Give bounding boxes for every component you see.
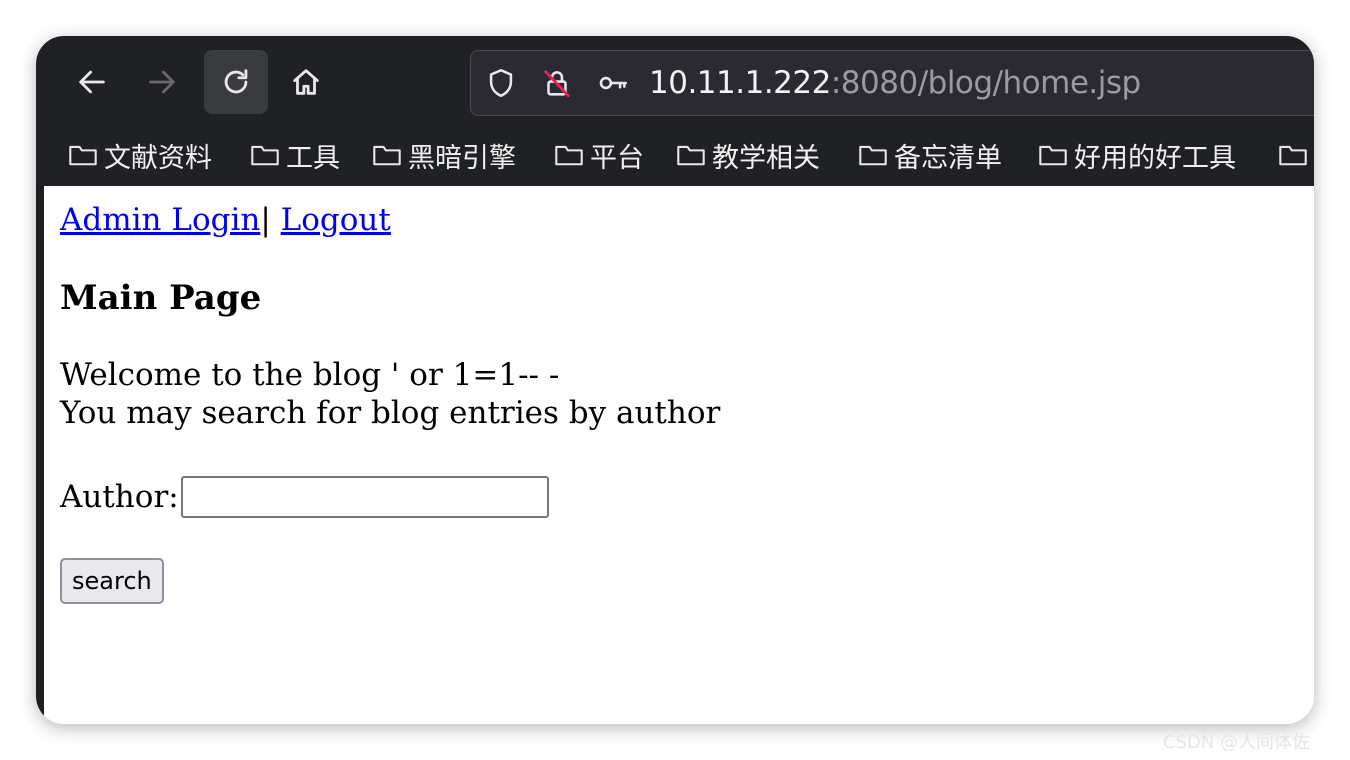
browser-toolbar: 10.11.1.222:8080/blog/home.jsp 文献资料 工具 黑… [36, 36, 1314, 186]
arrow-right-icon [149, 70, 175, 94]
arrow-left-icon [79, 70, 105, 94]
url-text[interactable]: 10.11.1.222:8080/blog/home.jsp [649, 51, 1141, 115]
folder-icon [677, 145, 705, 166]
welcome-text: Welcome to the blog ' or 1=1-- - You may… [60, 356, 720, 432]
forward-button[interactable] [130, 50, 194, 114]
logout-link[interactable]: Logout [281, 202, 391, 238]
page-title: Main Page [60, 278, 262, 318]
search-hint: You may search for blog entries by autho… [60, 395, 721, 431]
bookmark-folder[interactable]: 文献资料 [68, 130, 212, 180]
folder-icon [859, 145, 887, 166]
watermark: CSDN @人间体佐 [1162, 732, 1310, 753]
author-row: Author: [60, 474, 549, 520]
folder-icon [251, 145, 279, 166]
bookmark-label: 教学相关 [712, 142, 820, 174]
reload-icon [224, 69, 248, 94]
folder-icon [1039, 145, 1067, 166]
bookmark-folder[interactable]: 黑暗引擎 [372, 130, 516, 180]
bookmark-label: 好用的好工具 [1074, 142, 1236, 174]
folder-icon [1279, 145, 1307, 166]
folder-icon [555, 145, 583, 166]
bookmark-folder[interactable]: 备忘清单 [858, 130, 1002, 180]
shield-icon[interactable] [483, 65, 519, 101]
page-content: Admin Login| Logout Main Page Welcome to… [44, 186, 1314, 724]
url-path: :8080/blog/home.jsp [830, 65, 1141, 101]
bookmark-folder-overflow[interactable] [1278, 130, 1314, 180]
link-separator: | [260, 202, 281, 238]
bookmark-folder[interactable]: 工具 [250, 130, 340, 180]
search-button[interactable]: search [60, 558, 164, 604]
welcome-line: Welcome to the blog ' or 1=1-- - [60, 357, 560, 393]
bookmark-folder[interactable]: 好用的好工具 [1038, 130, 1236, 180]
folder-icon [373, 145, 401, 166]
author-label: Author: [60, 479, 179, 515]
sidebar-edge [36, 186, 44, 724]
bookmark-label: 黑暗引擎 [408, 142, 516, 174]
author-input[interactable] [180, 476, 549, 518]
url-host: 10.11.1.222 [649, 65, 831, 101]
folder-icon [69, 145, 97, 166]
bookmark-label: 备忘清单 [894, 142, 1002, 174]
admin-login-link[interactable]: Admin Login [60, 202, 260, 238]
back-button[interactable] [60, 50, 124, 114]
top-links: Admin Login| Logout [60, 202, 391, 238]
home-icon [293, 69, 319, 95]
address-bar[interactable]: 10.11.1.222:8080/blog/home.jsp [470, 50, 1314, 116]
bookmark-label: 工具 [286, 142, 340, 174]
insecure-lock-icon[interactable] [539, 65, 575, 101]
key-icon[interactable] [595, 65, 631, 101]
browser-window: 10.11.1.222:8080/blog/home.jsp 文献资料 工具 黑… [36, 36, 1314, 724]
bookmark-folder[interactable]: 教学相关 [676, 130, 820, 180]
reload-button[interactable] [204, 50, 268, 114]
bookmark-label: 平台 [590, 142, 644, 174]
bookmarks-bar: 文献资料 工具 黑暗引擎 平台 教学相关 备忘清单 好用的好工具 [36, 130, 1314, 180]
home-button[interactable] [274, 50, 338, 114]
bookmark-folder[interactable]: 平台 [554, 130, 644, 180]
bookmark-label: 文献资料 [104, 142, 212, 174]
